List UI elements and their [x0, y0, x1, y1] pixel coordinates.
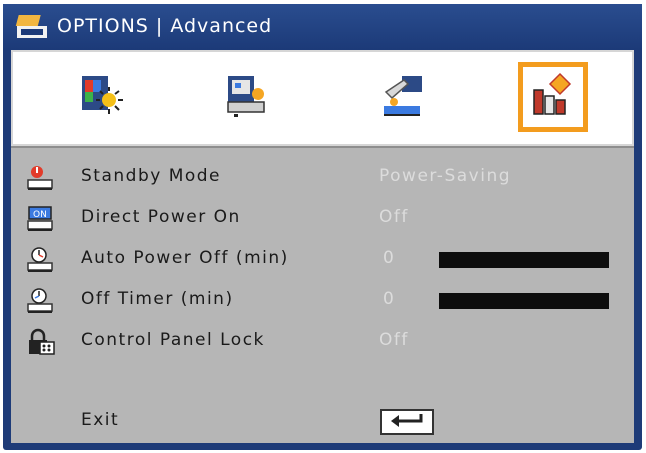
- display-settings-icon: [224, 72, 270, 122]
- auto-power-off-icon: [26, 246, 56, 274]
- enter-key-icon: [387, 412, 427, 432]
- menu-item-direct-power-on[interactable]: ON Direct Power On Off: [11, 203, 634, 235]
- menu-item-label: Control Panel Lock: [81, 330, 265, 350]
- window-title: OPTIONS | Advanced: [57, 15, 273, 37]
- title-bar: OPTIONS | Advanced: [3, 4, 642, 50]
- image-settings-icon: [79, 72, 125, 122]
- menu-panel: Standby Mode Power-Saving ON Direct Powe…: [11, 146, 634, 443]
- menu-item-value: 0: [383, 289, 396, 309]
- exit-button[interactable]: [380, 409, 434, 435]
- menu-item-value: Off: [379, 207, 409, 227]
- menu-item-value: Power-Saving: [379, 166, 512, 186]
- timer-icon: [26, 287, 56, 315]
- standby-icon: [26, 164, 56, 192]
- menu-item-label: Off Timer (min): [81, 289, 234, 309]
- options-settings-icon: [530, 72, 576, 122]
- menu-item-value: Off: [379, 330, 409, 350]
- menu-item-auto-power-off[interactable]: Auto Power Off (min) 0: [11, 244, 634, 276]
- menu-item-control-panel-lock[interactable]: Control Panel Lock Off: [11, 326, 634, 358]
- tab-image[interactable]: [67, 62, 137, 132]
- lock-icon: [26, 328, 56, 356]
- setup-settings-icon: [380, 72, 426, 122]
- svg-text:ON: ON: [33, 210, 47, 220]
- menu-item-standby-mode[interactable]: Standby Mode Power-Saving: [11, 162, 634, 194]
- tab-display[interactable]: [212, 62, 282, 132]
- tab-bar: [11, 50, 634, 146]
- menu-item-label: Standby Mode: [81, 166, 222, 186]
- options-icon: [15, 14, 49, 40]
- menu-item-off-timer[interactable]: Off Timer (min) 0: [11, 285, 634, 317]
- menu-item-label: Auto Power Off (min): [81, 248, 289, 268]
- direct-power-icon: ON: [26, 205, 56, 233]
- tab-setup[interactable]: [368, 62, 438, 132]
- exit-label: Exit: [81, 410, 120, 430]
- auto-power-off-slider[interactable]: [439, 252, 609, 268]
- menu-item-label: Direct Power On: [81, 207, 241, 227]
- off-timer-slider[interactable]: [439, 293, 609, 309]
- slider-fill: [439, 252, 609, 268]
- slider-fill: [439, 293, 609, 309]
- tab-options[interactable]: [518, 62, 588, 132]
- menu-item-value: 0: [383, 248, 396, 268]
- osd-window: OPTIONS | Advanced Standby Mode Power-Sa…: [3, 4, 642, 450]
- menu-item-exit[interactable]: Exit: [11, 406, 634, 438]
